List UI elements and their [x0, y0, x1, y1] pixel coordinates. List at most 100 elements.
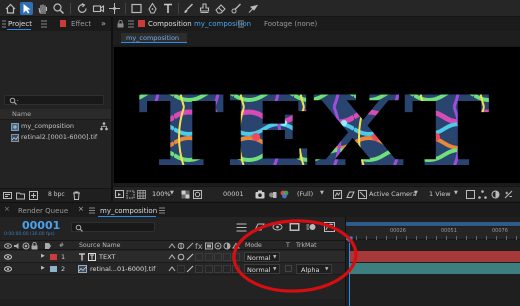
timeline-tab-menu-icon[interactable] — [88, 207, 96, 214]
tab-menu-icon[interactable] — [127, 20, 135, 28]
project-item[interactable]: my_composition — [0, 121, 111, 132]
exposure-icon[interactable] — [504, 190, 513, 199]
bpc-label[interactable]: 8 bpc — [48, 192, 65, 198]
video-visibility-icon[interactable] — [4, 253, 12, 261]
show-snapshot-icon[interactable] — [268, 190, 277, 199]
brush-tool-icon[interactable] — [182, 2, 195, 15]
always-preview-icon[interactable] — [115, 190, 124, 199]
switch-shy-icon[interactable] — [168, 265, 176, 273]
camera-view-dropdown[interactable]: Active Camera — [369, 191, 417, 198]
puppet-pin-tool-icon[interactable] — [246, 2, 259, 15]
layer-row[interactable]: ▶ 1 TEXT Normal ▼ — [0, 251, 345, 263]
zoom-tool-icon[interactable] — [52, 2, 65, 15]
tab-footage[interactable]: Footage (none) — [264, 21, 317, 28]
tab-menu-icon[interactable] — [158, 207, 166, 214]
trkmat-dropdown[interactable]: Alpha ▼ — [296, 264, 332, 274]
mode-header[interactable]: Mode — [245, 242, 262, 249]
switch-box[interactable] — [214, 253, 222, 261]
layer-row[interactable]: ▶ 2 retinal...01-6000].tif Normal ▼ Alph… — [0, 263, 345, 275]
interpret-footage-icon[interactable] — [3, 191, 12, 200]
switch-collapse-icon[interactable] — [177, 253, 185, 261]
rotate-tool-icon[interactable] — [76, 2, 89, 15]
switch-quality-icon[interactable] — [186, 253, 194, 261]
3d-ground-plane-icon[interactable] — [346, 190, 355, 199]
composition-sub-tab[interactable]: my_composition — [121, 33, 187, 43]
close-icon[interactable]: × — [4, 206, 10, 213]
roto-brush-tool-icon[interactable] — [230, 2, 243, 15]
tab-timeline-comp[interactable]: my_composition — [100, 208, 157, 215]
type-tool-icon[interactable] — [162, 2, 175, 15]
rectangle-tool-icon[interactable] — [130, 2, 143, 15]
hand-tool-icon[interactable] — [36, 2, 49, 15]
switch-box[interactable] — [232, 265, 240, 273]
trkmat-header[interactable]: TrkMat — [296, 242, 317, 249]
shy-layers-icon[interactable] — [272, 222, 283, 232]
camera-tool-icon[interactable] — [92, 2, 105, 15]
video-visibility-icon[interactable] — [4, 265, 12, 273]
tab-render-queue[interactable]: Render Queue — [18, 208, 68, 215]
mode-dropdown[interactable]: Normal ▼ — [244, 252, 280, 262]
new-folder-icon[interactable] — [16, 191, 25, 200]
switch-box[interactable] — [205, 265, 213, 273]
tab-effect[interactable]: Effect — [71, 21, 91, 28]
switch-box[interactable] — [195, 265, 203, 273]
layer-name[interactable]: TEXT — [99, 254, 115, 261]
switch-box[interactable] — [214, 265, 222, 273]
expand-layer-icon[interactable]: ▶ — [41, 266, 45, 271]
flowchart-icon[interactable] — [100, 122, 108, 131]
switch-box[interactable] — [223, 253, 231, 261]
switch-box[interactable] — [223, 265, 231, 273]
switch-box[interactable] — [205, 253, 213, 261]
snapshot-camera-icon[interactable] — [255, 190, 265, 199]
composition-canvas[interactable]: TEXT — [114, 47, 520, 183]
eraser-tool-icon[interactable] — [214, 2, 227, 15]
clone-stamp-tool-icon[interactable] — [198, 2, 211, 15]
trash-icon[interactable] — [72, 191, 81, 200]
layer-label-color[interactable] — [50, 266, 57, 272]
pan-behind-tool-icon[interactable] — [108, 2, 121, 15]
timeline-current-time[interactable]: 00001 — [22, 220, 60, 231]
home-icon[interactable] — [4, 2, 17, 15]
composition-mini-flowchart-icon[interactable] — [236, 223, 247, 232]
flowchart-icon[interactable] — [478, 190, 487, 199]
color-channels-icon[interactable] — [280, 190, 289, 199]
layer-name[interactable]: retinal...01-6000].tif — [90, 266, 155, 273]
project-item[interactable]: retinal2.[0001-6000].tif — [0, 132, 111, 143]
preserve-transparency-header[interactable]: T — [286, 242, 290, 249]
preserve-transparency-checkbox[interactable] — [285, 265, 292, 272]
3d-renderer-icon[interactable] — [358, 190, 367, 199]
fast-previews-icon[interactable] — [333, 190, 342, 199]
switch-quality-icon[interactable] — [186, 265, 194, 273]
resolution-dropdown[interactable]: (Full) — [297, 191, 313, 198]
switch-box[interactable] — [177, 265, 185, 273]
reset-exposure-icon[interactable] — [491, 190, 500, 199]
transparency-grid-icon[interactable] — [181, 190, 190, 199]
tab-project[interactable]: Project — [8, 21, 32, 28]
mode-dropdown[interactable]: Normal ▼ — [244, 264, 280, 274]
work-area-bar[interactable] — [346, 222, 520, 226]
layer-label-color[interactable] — [50, 254, 57, 260]
project-search-input[interactable] — [4, 95, 104, 105]
pen-tool-icon[interactable] — [146, 2, 159, 15]
column-name-label[interactable]: Name — [12, 111, 31, 118]
selection-tool-icon[interactable] — [20, 2, 33, 15]
motion-blur-icon[interactable] — [306, 222, 317, 232]
tab-menu-icon[interactable] — [237, 20, 245, 28]
lock-icon[interactable] — [117, 20, 124, 28]
tab-composition[interactable]: Composition my_composition — [148, 21, 251, 28]
view-layout-dropdown[interactable]: 1 View — [429, 191, 451, 198]
tab-menu-icon[interactable] — [40, 20, 48, 28]
graph-editor-icon[interactable] — [324, 222, 335, 232]
expand-panels-icon[interactable]: » — [101, 20, 106, 28]
panel-menu-icon[interactable] — [1, 20, 7, 28]
timeline-tracks[interactable]: 00026 00051 00076 — [345, 217, 520, 306]
expand-layer-icon[interactable]: ▶ — [41, 254, 45, 259]
switch-shy-icon[interactable] — [168, 253, 176, 261]
region-of-interest-icon[interactable] — [126, 190, 135, 199]
switch-box[interactable] — [232, 253, 240, 261]
current-time-display[interactable]: 00001 — [223, 191, 244, 198]
switch-box[interactable] — [195, 253, 203, 261]
timeline-search-input[interactable] — [71, 222, 155, 232]
draft-3d-icon[interactable] — [254, 222, 265, 232]
time-ruler[interactable]: 00026 00051 00076 — [346, 227, 520, 240]
